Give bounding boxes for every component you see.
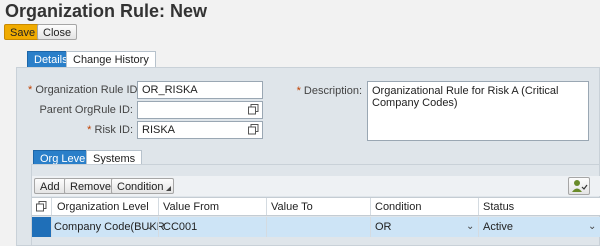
tab-change-history[interactable]: Change History: [66, 51, 156, 68]
description-label: * Description:: [296, 85, 362, 97]
risk-id-label: * Risk ID:: [87, 124, 133, 136]
value-help-icon[interactable]: [248, 124, 259, 135]
status-cell[interactable]: Active: [483, 218, 513, 236]
add-button[interactable]: Add: [34, 178, 66, 194]
parent-orgrule-label: Parent OrgRule ID:: [39, 104, 133, 116]
rule-id-field[interactable]: OR_RISKA: [137, 81, 263, 99]
close-button[interactable]: Close: [37, 24, 78, 40]
value-help-icon[interactable]: [248, 104, 259, 115]
condition-button[interactable]: Condition: [111, 178, 175, 194]
select-all-icon[interactable]: [36, 201, 47, 212]
personalize-icon: [572, 180, 588, 192]
save-button[interactable]: Save: [4, 24, 42, 40]
menu-arrow-icon: [166, 186, 172, 191]
risk-id-field[interactable]: RISKA: [137, 121, 263, 139]
personalize-button[interactable]: [568, 177, 590, 195]
col-value-from[interactable]: Value From: [163, 198, 219, 216]
col-condition[interactable]: Condition: [375, 198, 421, 216]
description-field[interactable]: Organizational Rule for Risk A (Critical…: [367, 81, 589, 141]
condition-cell[interactable]: OR: [375, 218, 392, 236]
chevron-down-icon[interactable]: ⌄: [588, 221, 596, 232]
page-title: Organization Rule: New: [5, 1, 208, 21]
value-from-cell[interactable]: CC001: [163, 218, 197, 236]
chevron-down-icon[interactable]: ⌄: [466, 221, 474, 232]
grid-header: Organization Level Value From Value To C…: [32, 197, 600, 216]
chevron-down-icon[interactable]: ⌄: [145, 221, 153, 232]
rule-id-label: * Organization Rule ID:: [28, 84, 141, 96]
remove-button[interactable]: Remove: [64, 178, 117, 194]
col-organization-level[interactable]: Organization Level: [57, 198, 149, 216]
parent-orgrule-field[interactable]: [137, 101, 263, 119]
row-selector[interactable]: [32, 217, 51, 237]
col-status[interactable]: Status: [483, 198, 514, 216]
table-row[interactable]: Company Code(BUKR ⌄ CC001 OR ⌄ Active ⌄: [32, 217, 600, 237]
col-value-to[interactable]: Value To: [271, 198, 313, 216]
